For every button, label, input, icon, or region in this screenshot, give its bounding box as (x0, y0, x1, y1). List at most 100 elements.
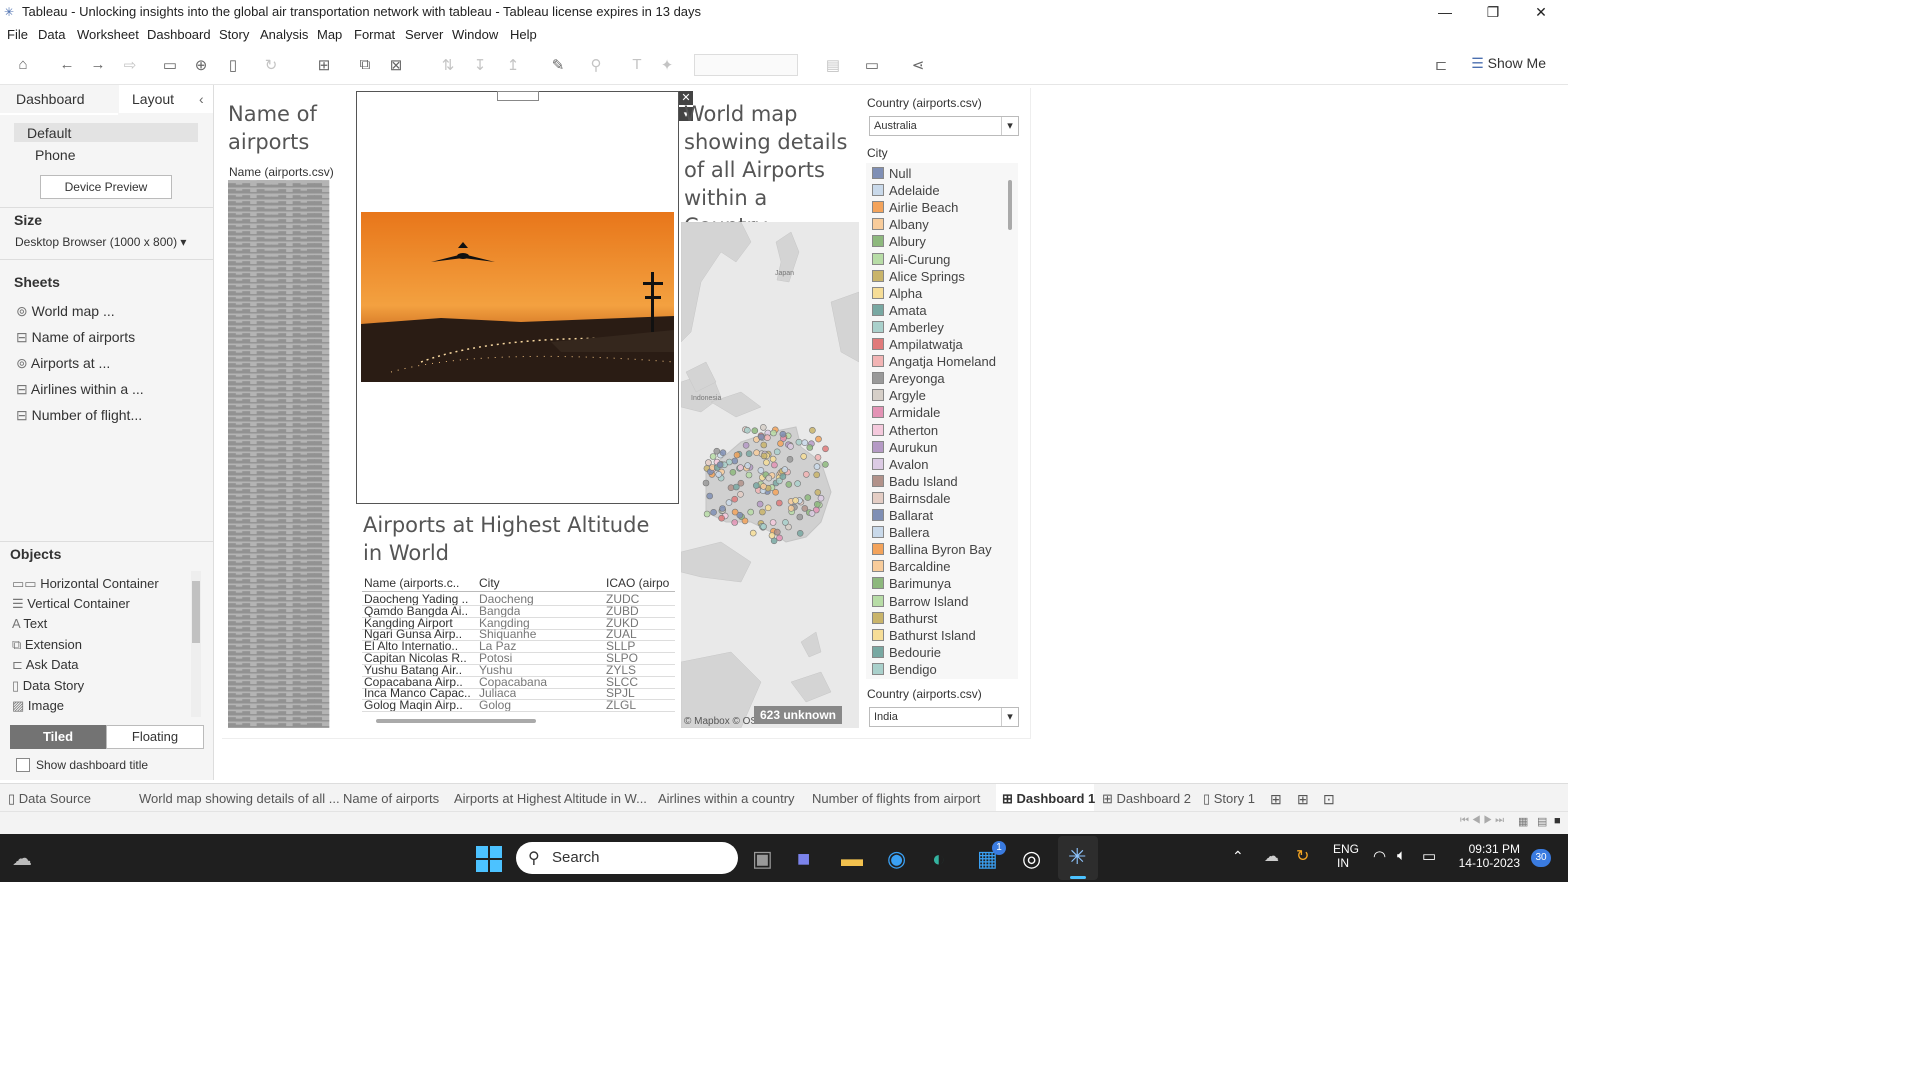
legend-item[interactable]: Badu Island (872, 474, 958, 489)
airport-dot[interactable] (751, 427, 759, 434)
airport-dot[interactable] (814, 500, 821, 508)
close-button[interactable]: ✕ (1518, 2, 1564, 22)
object-extension[interactable]: ⧉ Extension (12, 637, 82, 653)
airport-dot[interactable] (713, 447, 721, 455)
legend-item[interactable]: Alpha (872, 286, 922, 301)
airport-dot[interactable] (732, 483, 740, 491)
airport-dot[interactable] (814, 454, 822, 461)
airport-dot[interactable] (725, 499, 733, 506)
airport-dot[interactable] (815, 435, 822, 443)
airport-dot[interactable] (731, 457, 739, 465)
airport-dot[interactable] (710, 508, 717, 516)
tab-dashboard[interactable]: Dashboard (0, 85, 118, 115)
airport-dot[interactable] (809, 427, 816, 434)
object-vertical-container[interactable]: ☰ Vertical Container (12, 596, 130, 612)
legend-item[interactable]: Bathurst Island (872, 628, 976, 643)
tab-data-source[interactable]: ▯ Data Source (8, 791, 91, 807)
onedrive-icon[interactable]: ☁ (1264, 847, 1279, 865)
airport-dot[interactable] (814, 489, 822, 496)
airport-dot[interactable] (813, 463, 821, 470)
col-name-header[interactable]: Name (airports.c.. (364, 576, 459, 590)
altitude-scrollbar[interactable] (376, 719, 536, 723)
airport-dot[interactable] (731, 508, 739, 516)
taskbar-search[interactable]: ⚲ Search (516, 842, 738, 874)
airport-dot[interactable] (813, 471, 820, 479)
airport-dot[interactable] (822, 445, 829, 453)
label-icon[interactable]: T (627, 56, 647, 73)
tab-airports-altitude[interactable]: Airports at Highest Altitude in W... (454, 791, 647, 806)
legend-item[interactable]: Amata (872, 303, 927, 318)
menu-story[interactable]: Story (219, 27, 249, 42)
airport-dot[interactable] (779, 430, 787, 438)
airport-dot[interactable] (731, 495, 739, 503)
menu-window[interactable]: Window (452, 27, 498, 42)
country-dropdown[interactable]: Australia ▾ (869, 116, 1019, 136)
airport-dot[interactable] (773, 448, 781, 456)
tab-nav-icons[interactable]: ⏮ ◀ ▶ ⏭ (1460, 815, 1504, 826)
show-me-button[interactable]: ☰ Show Me (1471, 55, 1546, 72)
airport-dot[interactable] (756, 500, 764, 508)
menu-worksheet[interactable]: Worksheet (77, 27, 139, 42)
language-indicator[interactable]: ENG IN (1333, 842, 1359, 870)
new-data-source-icon[interactable]: ⊕ (191, 56, 211, 74)
weather-icon[interactable]: ☁ (12, 846, 32, 871)
clear-icon[interactable]: ⊠ (386, 56, 406, 74)
show-title-checkbox[interactable] (16, 758, 30, 772)
airport-dot[interactable] (742, 442, 750, 449)
tab-world-map[interactable]: World map showing details of all ... (139, 791, 340, 806)
legend-item[interactable]: Bedourie (872, 645, 941, 660)
home-icon[interactable]: ⌂ (13, 56, 33, 73)
legend-item[interactable]: Airlie Beach (872, 200, 958, 215)
minimize-button[interactable]: — (1422, 2, 1468, 22)
menu-dashboard[interactable]: Dashboard (147, 27, 211, 42)
menu-analysis[interactable]: Analysis (260, 27, 308, 42)
airport-dot[interactable] (787, 504, 795, 512)
airport-dot[interactable] (731, 519, 739, 526)
airport-dot[interactable] (781, 466, 789, 473)
airport-dot[interactable] (782, 519, 789, 526)
legend-item[interactable]: Ballina Byron Bay (872, 542, 992, 557)
airport-dot[interactable] (737, 464, 744, 471)
menu-map[interactable]: Map (317, 27, 342, 42)
drag-handle[interactable] (497, 91, 539, 101)
legend-item[interactable]: Bairnsdale (872, 491, 950, 506)
airport-dot[interactable] (792, 497, 799, 504)
legend-item[interactable]: Alice Springs (872, 269, 965, 284)
airport-dot[interactable] (744, 426, 751, 434)
tab-number-of-flights[interactable]: Number of flights from airport (812, 791, 980, 806)
floating-button[interactable]: Floating (106, 725, 204, 749)
new-worksheet-tab-icon[interactable]: ⊞ (1270, 791, 1282, 808)
sheet-item[interactable]: ⊚ World map ... (16, 303, 115, 320)
menu-help[interactable]: Help (510, 27, 537, 42)
airport-dot[interactable] (716, 461, 724, 468)
battery-icon[interactable]: ▭ (1422, 847, 1436, 865)
legend-item[interactable]: Barimunya (872, 576, 951, 591)
airport-dot[interactable] (808, 510, 816, 517)
menu-file[interactable]: File (7, 27, 28, 42)
airport-dot[interactable] (760, 424, 767, 431)
col-icao-header[interactable]: ICAO (airpo (606, 576, 669, 590)
airport-name-list[interactable]: ▇▆▇▅▇▆▆▇▅▇▆▇▇▅ ▇▆▇▅▇▆▆▇▅▇▆▇▇▅ ▇▆▇▅▇▆▆▇▅▇▆▇… (228, 180, 353, 728)
group-icon[interactable]: ⚲ (586, 56, 606, 74)
legend-item[interactable]: Bendigo (872, 662, 937, 677)
legend-item[interactable]: Ampilatwatja (872, 337, 963, 352)
help-app-icon[interactable]: ◉ (887, 846, 906, 872)
col-city-header[interactable]: City (479, 576, 500, 590)
airport-dot[interactable] (760, 523, 767, 530)
sheet-item[interactable]: ⊟ Number of flight... (16, 407, 142, 424)
show-cards-icon[interactable]: ▤ (823, 56, 843, 74)
airport-dot[interactable] (795, 438, 803, 446)
object-image[interactable]: ▨ Image (12, 698, 64, 714)
volume-icon[interactable]: 🔈︎ (1397, 847, 1406, 864)
airport-dot[interactable] (804, 494, 812, 501)
airport-dot[interactable] (760, 483, 767, 490)
new-story-tab-icon[interactable]: ⊡ (1323, 791, 1335, 808)
airport-dot[interactable] (759, 508, 766, 516)
sheet-item[interactable]: ⊟ Name of airports (16, 329, 135, 346)
airport-dot[interactable] (753, 482, 760, 489)
legend-item[interactable]: Albury (872, 234, 926, 249)
airport-dot[interactable] (768, 532, 776, 539)
filmstrip-view-icon[interactable]: ■ (1554, 815, 1561, 827)
city-legend-scrollbar[interactable] (1008, 180, 1012, 230)
airport-dot[interactable] (757, 467, 765, 474)
